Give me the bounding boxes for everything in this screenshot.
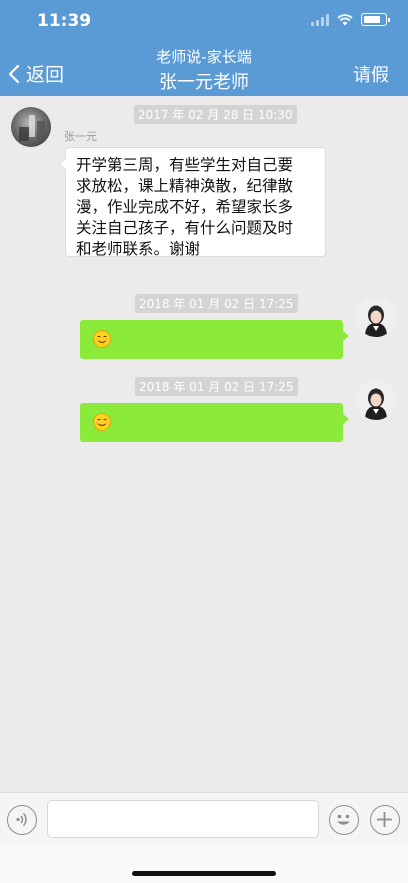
message-text-line: 求放松，课上精神涣散，纪律散 (76, 177, 294, 195)
message-timestamp: 2018 年 01 月 02 日 17:25 (135, 294, 298, 313)
avatar-image (356, 297, 396, 337)
smiley-emoji-icon (93, 330, 111, 348)
avatar-image (356, 380, 396, 420)
battery-tip (388, 17, 390, 22)
emoji-icon (337, 814, 350, 825)
message-timestamp: 2017 年 02 月 28 日 10:30 (134, 105, 297, 124)
message-text-line: 漫，作业完成不好，希望家长多 (76, 198, 294, 216)
wifi-icon (337, 13, 353, 25)
message-text-line: 关注自己孩子，有什么问题及时 (76, 219, 294, 237)
voice-button[interactable] (7, 805, 37, 835)
incoming-message-bubble[interactable]: 开学第三周，有些学生对自己要 求放松，课上精神涣散，纪律散 漫，作业完成不好，希… (59, 147, 326, 258)
status-time: 11:39 (37, 11, 92, 31)
outgoing-message-bubble[interactable] (80, 403, 349, 442)
home-area (0, 846, 408, 883)
teacher-avatar[interactable] (11, 107, 51, 147)
message-input[interactable] (47, 800, 319, 838)
voice-icon (16, 812, 27, 827)
plus-icon (377, 812, 392, 827)
top-bar: 11:39 返回 老师说-家长端 张一元老师 请假 (0, 0, 408, 96)
page-subtitle: 老师说-家长端 (156, 48, 252, 66)
sender-name: 张一元 (64, 130, 97, 143)
avatar-image (19, 115, 45, 141)
page-title: 张一元老师 (159, 72, 249, 93)
leave-request-button[interactable]: 请假 (353, 61, 389, 87)
message-timestamp: 2018 年 01 月 02 日 17:25 (135, 377, 298, 396)
outgoing-message-bubble[interactable] (80, 320, 349, 359)
user-avatar[interactable] (356, 380, 396, 420)
signal-icon (311, 13, 329, 26)
message-text-line: 开学第三周，有些学生对自己要 (76, 156, 294, 174)
home-indicator[interactable] (132, 871, 276, 876)
smiley-emoji-icon (93, 413, 111, 431)
emoji-button[interactable] (329, 805, 359, 835)
input-bar (0, 792, 408, 846)
add-button[interactable] (370, 805, 400, 835)
battery-icon (361, 13, 387, 26)
status-icons (311, 13, 390, 26)
user-avatar[interactable] (356, 297, 396, 337)
message-text-line: 和老师联系。谢谢 (76, 240, 201, 258)
